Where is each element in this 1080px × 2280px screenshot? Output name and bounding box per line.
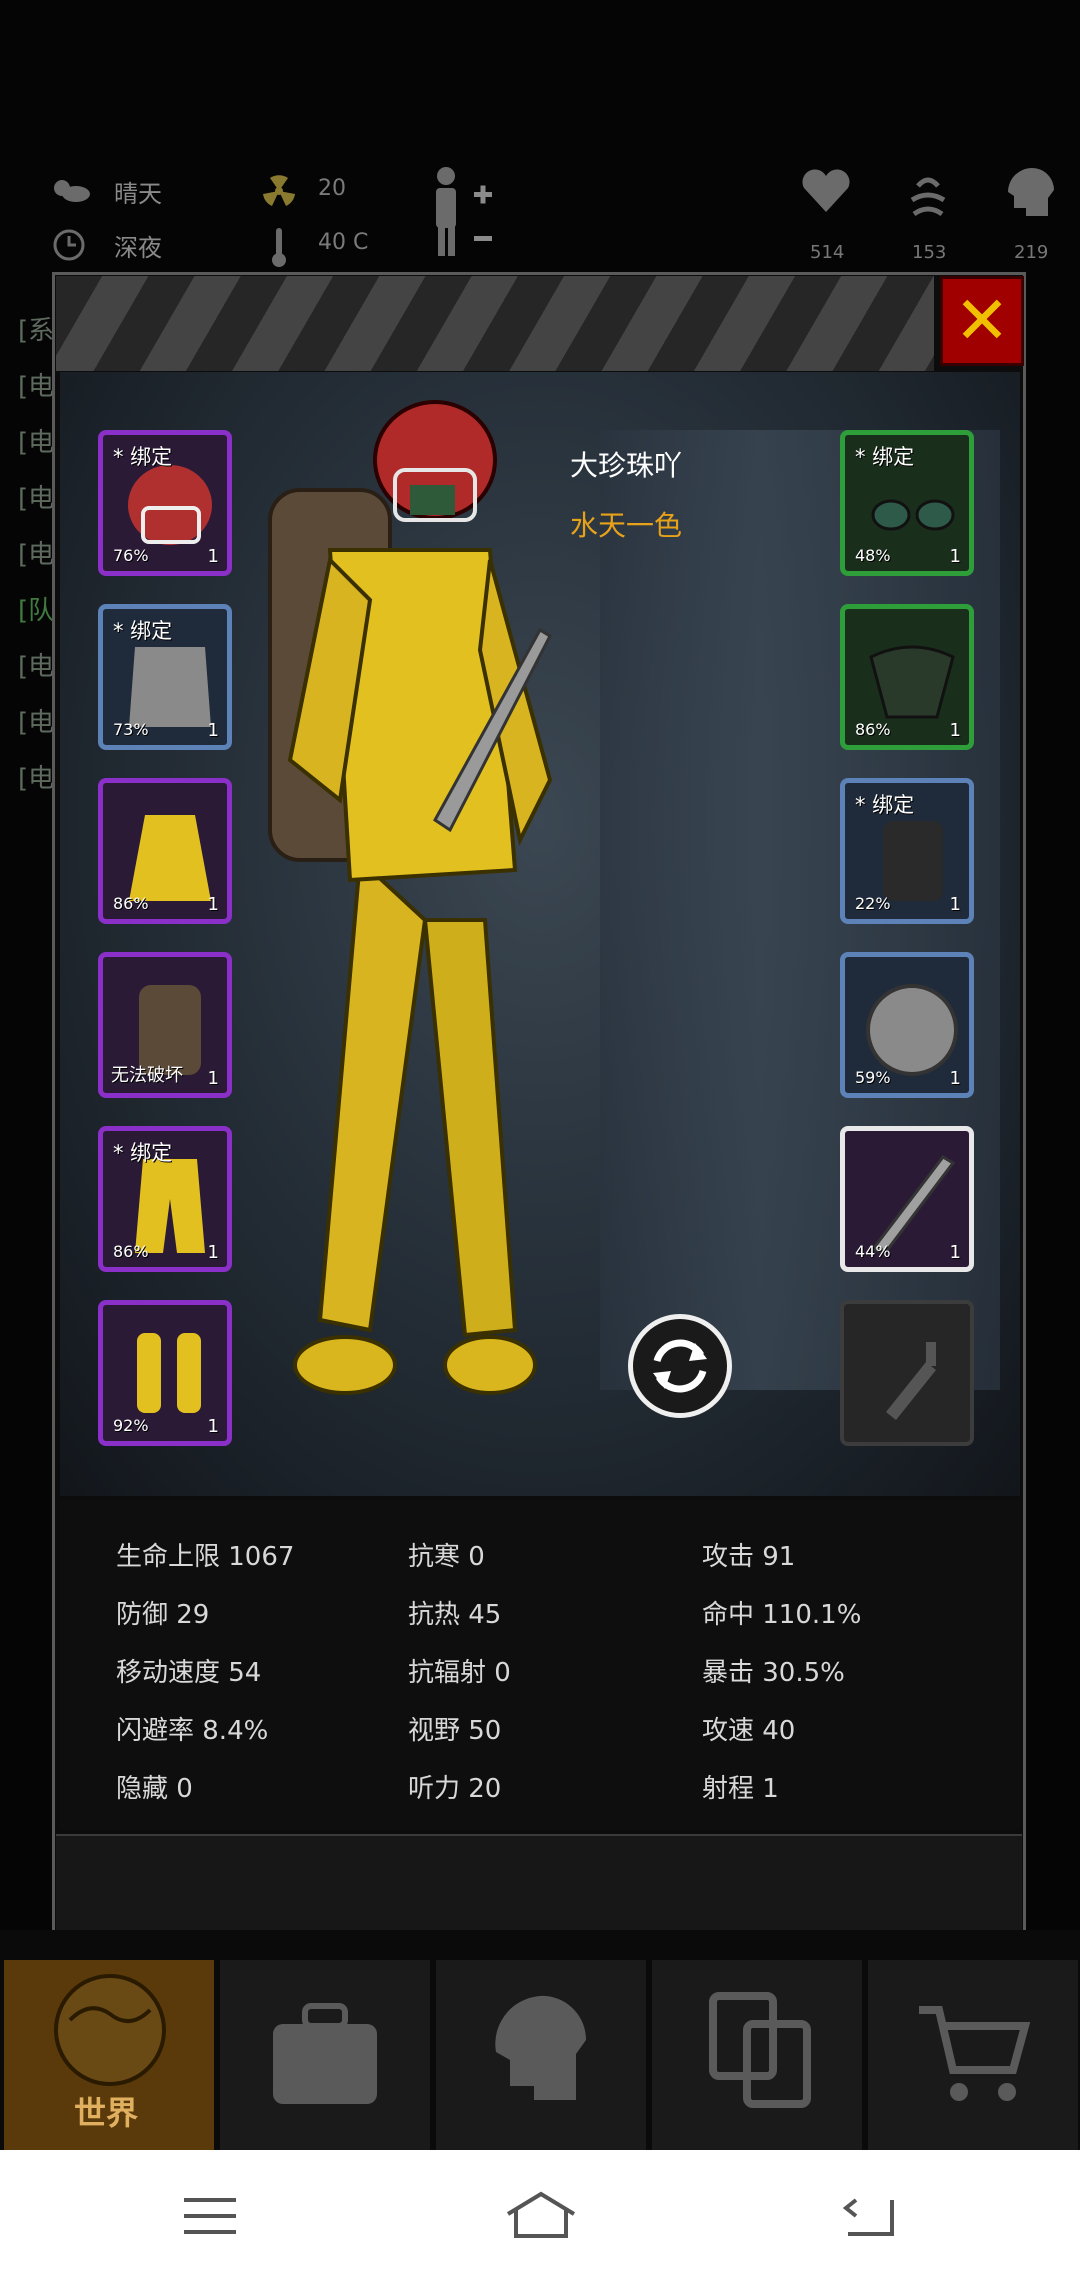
close-button[interactable]: ✕ (940, 276, 1024, 366)
cart-icon (919, 2006, 1031, 2101)
durability-label: 59% (855, 1068, 891, 1087)
panel-header-hazard-stripes (56, 276, 934, 371)
menu-icon[interactable] (184, 2196, 236, 2236)
clock-icon (53, 229, 85, 261)
nav-world[interactable]: 世界 (4, 1960, 214, 2150)
durability-label: 76% (113, 546, 149, 565)
indestructible-label: 无法破坏 (111, 1065, 183, 1086)
radiation-icon (263, 175, 295, 206)
close-icon: ✕ (954, 282, 1010, 359)
equip-slot-jacket[interactable]: 86% 1 (98, 778, 232, 924)
system-nav-bar (0, 2150, 1080, 2280)
quantity-label: 1 (949, 546, 961, 567)
durability-label: 86% (855, 720, 891, 739)
radiation-value: 20 (318, 176, 346, 201)
quantity-label: 1 (207, 1416, 219, 1437)
equip-slot-weapon[interactable]: 44% 1 (840, 1126, 974, 1272)
durability-label: 86% (113, 894, 149, 913)
time-label: 深夜 (114, 234, 162, 262)
swap-arrows-icon (653, 1339, 707, 1393)
back-icon[interactable] (842, 2194, 896, 2238)
mind-value: 219 (1014, 242, 1049, 263)
bind-label: * 绑定 (113, 619, 173, 643)
durability-label: 86% (113, 1242, 149, 1261)
stat-radiation-resist: 抗辐射 0 (408, 1658, 511, 1688)
status-hud: 晴天 深夜 20 40 C 514 153 219 (0, 150, 1080, 280)
suitcase-icon (273, 2003, 377, 2104)
stat-hearing: 听力 20 (408, 1774, 502, 1804)
equip-slot-throwable-empty[interactable] (840, 1300, 974, 1446)
durability-label: 92% (113, 1416, 149, 1435)
stat-max-hp: 生命上限 1067 (116, 1542, 295, 1572)
bind-label: * 绑定 (113, 1141, 173, 1165)
durability-label: 44% (855, 1242, 891, 1261)
nav-skills[interactable] (436, 1960, 646, 2150)
bind-label: * 绑定 (113, 445, 173, 469)
weather-sunny-icon (54, 180, 90, 202)
stat-cold-resist: 抗寒 0 (408, 1542, 485, 1572)
quantity-label: 1 (949, 720, 961, 741)
swap-outfit-button[interactable] (628, 1314, 732, 1418)
mind-head-icon (1008, 168, 1054, 216)
equip-slot-backpack[interactable]: 无法破坏 1 (98, 952, 232, 1098)
weather-label: 晴天 (114, 180, 162, 208)
globe-icon (54, 1974, 166, 2086)
stat-attack-speed: 攻速 40 (702, 1716, 796, 1746)
durability-label: 73% (113, 720, 149, 739)
quantity-label: 1 (949, 894, 961, 915)
stat-defense: 防御 29 (116, 1600, 210, 1630)
stat-vision: 视野 50 (408, 1716, 502, 1746)
equip-slot-helmet[interactable]: * 绑定 76% 1 (98, 430, 232, 576)
quantity-label: 1 (949, 1068, 961, 1089)
equip-slot-mask[interactable]: 86% 1 (840, 604, 974, 750)
body-status-icon[interactable] (428, 164, 498, 260)
health-heart-icon (802, 169, 850, 212)
character-figure (268, 400, 553, 1395)
stat-move-speed: 移动速度 54 (116, 1658, 262, 1688)
exchange-icon (709, 1992, 811, 2108)
durability-label: 48% (855, 546, 891, 565)
stat-dodge: 闪避率 8.4% (116, 1716, 269, 1746)
stat-critical: 暴击 30.5% (702, 1658, 845, 1688)
equip-slot-pants[interactable]: * 绑定 86% 1 (98, 1126, 232, 1272)
equip-slot-gloves[interactable]: * 绑定 22% 1 (840, 778, 974, 924)
character-name: 大珍珠吖 (570, 449, 683, 482)
character-title: 水天一色 (570, 509, 683, 542)
nav-shop[interactable] (868, 1960, 1078, 2150)
nav-inventory[interactable] (220, 1960, 430, 2150)
quantity-label: 1 (207, 1242, 219, 1263)
thermometer-icon (272, 228, 286, 267)
stat-attack: 攻击 91 (702, 1542, 796, 1572)
stat-accuracy: 命中 110.1% (702, 1600, 862, 1630)
equip-slot-shield[interactable]: 59% 1 (840, 952, 974, 1098)
quantity-label: 1 (949, 1242, 961, 1263)
quantity-label: 1 (207, 1068, 219, 1089)
nav-trade[interactable] (652, 1960, 862, 2150)
stamina-value: 153 (912, 242, 947, 263)
head-gears-icon (495, 1995, 587, 2100)
equip-slot-boots[interactable]: 92% 1 (98, 1300, 232, 1446)
molotov-icon (886, 1342, 936, 1420)
equip-slot-glasses[interactable]: * 绑定 48% 1 (840, 430, 974, 576)
nav-world-label: 世界 (74, 2094, 139, 2132)
stat-heat-resist: 抗热 45 (408, 1600, 502, 1630)
quantity-label: 1 (207, 546, 219, 567)
quantity-label: 1 (207, 720, 219, 741)
bind-label: * 绑定 (855, 445, 915, 469)
stat-stealth: 隐藏 0 (116, 1774, 193, 1804)
bind-label: * 绑定 (855, 793, 915, 817)
stat-range: 射程 1 (702, 1774, 779, 1804)
health-value: 514 (810, 242, 845, 263)
home-icon[interactable] (504, 2190, 578, 2240)
quantity-label: 1 (207, 894, 219, 915)
equip-slot-body-armor[interactable]: * 绑定 73% 1 (98, 604, 232, 750)
stamina-icon (910, 177, 946, 217)
durability-label: 22% (855, 894, 891, 913)
temperature-value: 40 C (318, 230, 369, 255)
